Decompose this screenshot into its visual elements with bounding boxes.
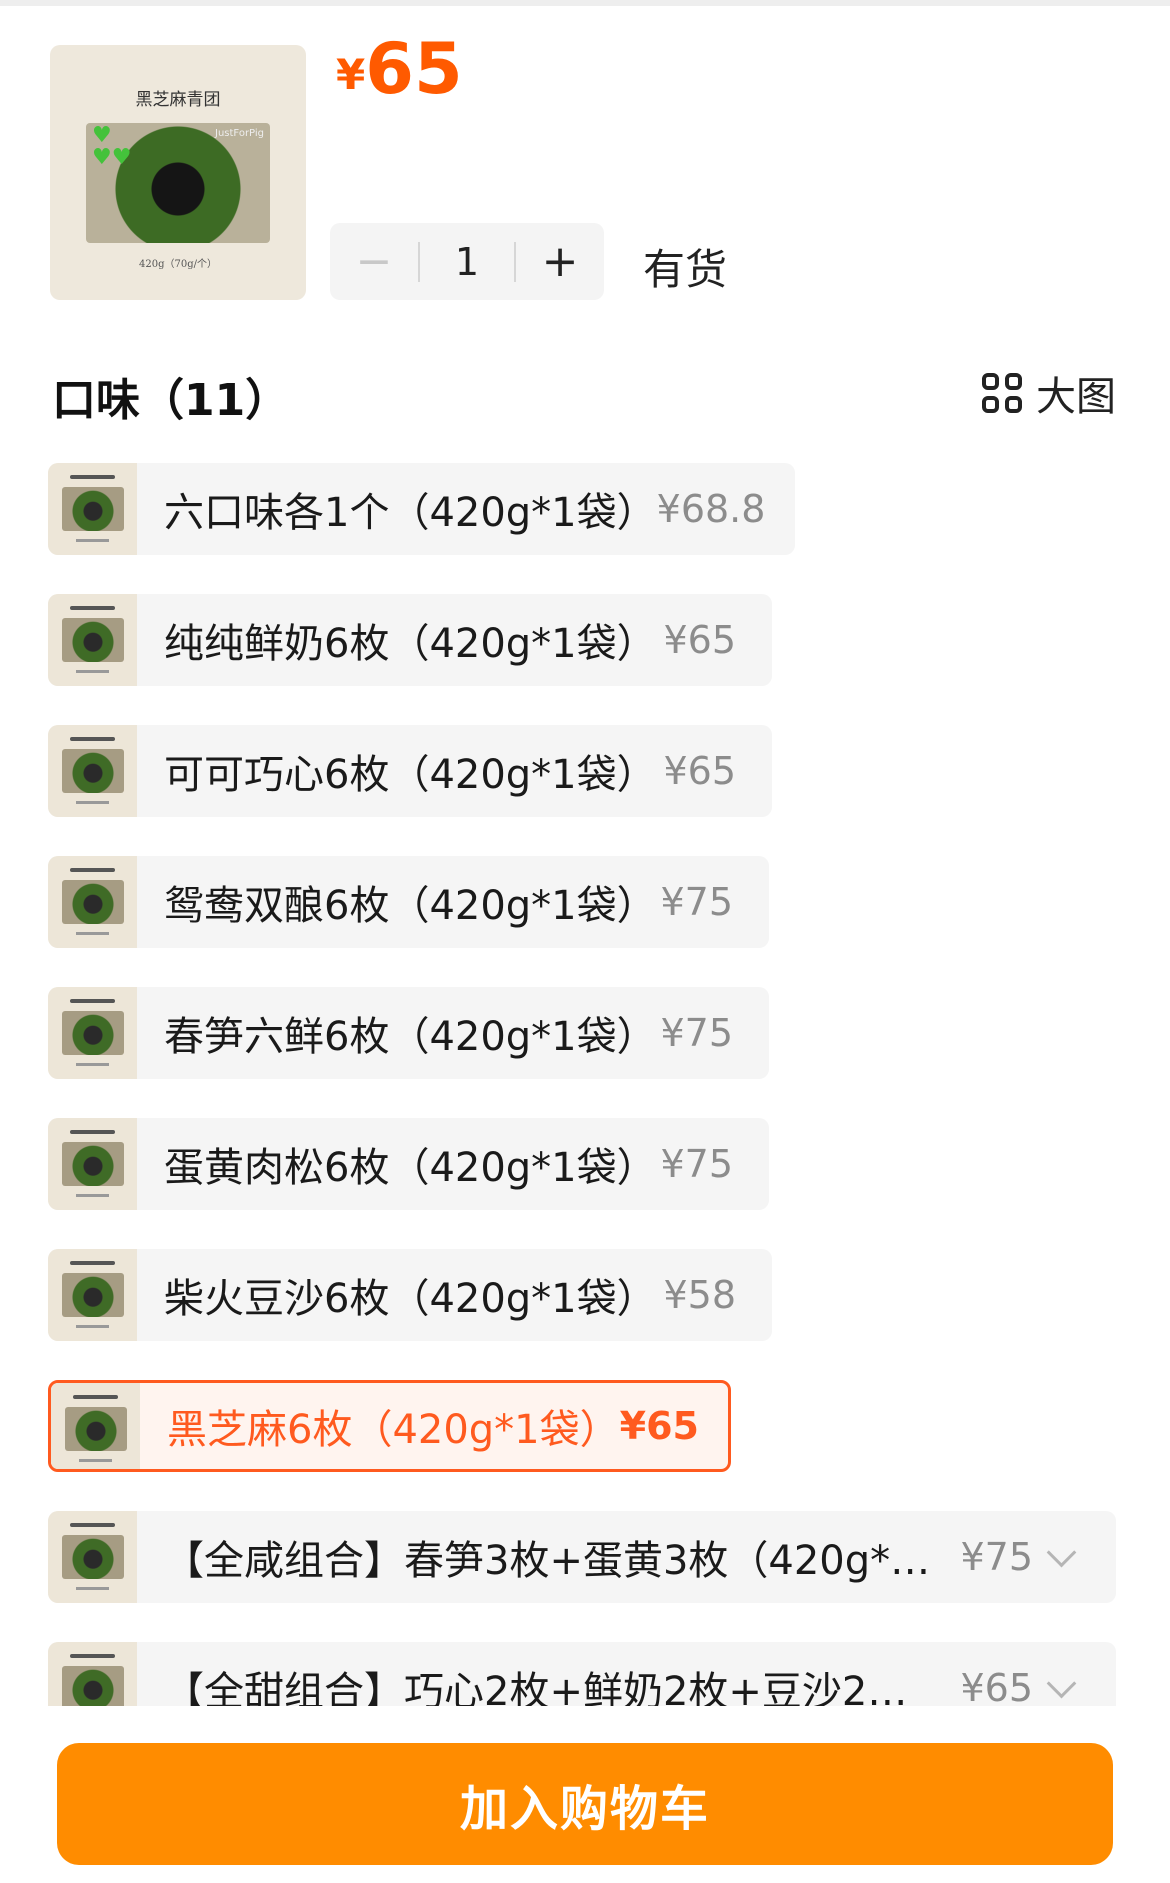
option-price: ¥75 [660,1142,733,1186]
option-label: 可可巧心6枚（420g*1袋） [164,752,657,798]
option-price: ¥75 [660,1011,733,1055]
option-price: ¥65 [663,618,736,662]
option-thumbnail [48,987,137,1079]
flavor-option[interactable]: 纯纯鲜奶6枚（420g*1袋） ¥65 [48,594,772,686]
option-label: 鸳鸯双酿6枚（420g*1袋） [164,883,657,929]
flavor-option[interactable]: 【全咸组合】春笋3枚+蛋黄3枚（420g*1... ¥75 [48,1511,1116,1603]
option-price: ¥65 [960,1666,1033,1706]
option-price: ¥75 [660,880,733,924]
option-price: ¥65 [663,749,736,793]
chevron-down-icon[interactable] [1046,1668,1077,1698]
flavor-option[interactable]: 柴火豆沙6枚（420g*1袋） ¥58 [48,1249,772,1341]
flavor-option[interactable]: 【全甜组合】巧心2枚+鲜奶2枚+豆沙2枚... ¥65 [48,1642,1116,1706]
option-price: ¥68.8 [656,487,766,531]
option-label: 春笋六鲜6枚（420g*1袋） [164,1014,657,1060]
option-label: 纯纯鲜奶6枚（420g*1袋） [164,621,657,667]
option-thumbnail [48,856,137,948]
flavor-option[interactable]: 春笋六鲜6枚（420g*1袋） ¥75 [48,987,769,1079]
option-thumbnail [48,1511,137,1603]
option-price: ¥58 [663,1273,736,1317]
flavor-option[interactable]: 六口味各1个（420g*1袋） ¥68.8 [48,463,795,555]
option-label: 【全甜组合】巧心2枚+鲜奶2枚+豆沙2枚... [164,1669,941,1706]
option-thumbnail [48,1642,137,1706]
option-thumbnail [48,1249,137,1341]
option-label: 黑芝麻6枚（420g*1袋） [167,1407,620,1453]
option-thumbnail [48,463,137,555]
option-label: 六口味各1个（420g*1袋） [164,490,657,536]
option-label: 柴火豆沙6枚（420g*1袋） [164,1276,657,1322]
option-price: ¥75 [960,1535,1033,1579]
flavor-option-selected[interactable]: 黑芝麻6枚（420g*1袋） ¥65 [48,1380,731,1472]
flavor-option[interactable]: 鸳鸯双酿6枚（420g*1袋） ¥75 [48,856,769,948]
option-price: ¥65 [619,1404,699,1448]
option-thumbnail [48,594,137,686]
option-label: 【全咸组合】春笋3枚+蛋黄3枚（420g*1... [164,1538,941,1584]
option-label: 蛋黄肉松6枚（420g*1袋） [164,1145,657,1191]
option-thumbnail [51,1383,140,1469]
option-thumbnail [48,725,137,817]
flavor-option[interactable]: 可可巧心6枚（420g*1袋） ¥65 [48,725,772,817]
add-to-cart-button[interactable]: 加入购物车 [57,1743,1113,1865]
chevron-down-icon[interactable] [1046,1537,1077,1567]
flavor-option[interactable]: 蛋黄肉松6枚（420g*1袋） ¥75 [48,1118,769,1210]
flavor-options-list: 六口味各1个（420g*1袋） ¥68.8 纯纯鲜奶6枚（420g*1袋） ¥6… [0,0,1170,1706]
option-thumbnail [48,1118,137,1210]
